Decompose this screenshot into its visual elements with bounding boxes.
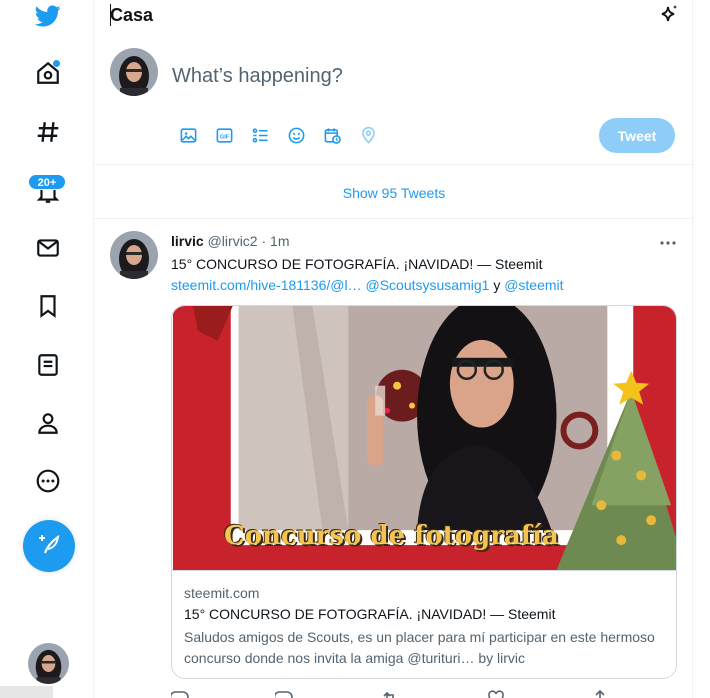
page-title: Casa bbox=[110, 5, 154, 25]
bookmark-icon bbox=[35, 293, 61, 324]
conjunction-text: y bbox=[493, 277, 501, 293]
profile-nav-item[interactable] bbox=[24, 401, 72, 449]
feather-plus-icon bbox=[37, 532, 61, 561]
explore-nav-item[interactable] bbox=[24, 110, 72, 158]
tweet-text: 15° CONCURSO DE FOTOGRAFÍA. ¡NAVIDAD! — … bbox=[171, 254, 676, 296]
tweet-actions bbox=[171, 689, 611, 698]
more-circle-icon bbox=[35, 468, 61, 499]
tweet-timestamp[interactable]: 1m bbox=[270, 233, 289, 249]
composer-avatar[interactable] bbox=[110, 48, 158, 96]
meta-separator: · bbox=[261, 233, 267, 249]
bookmarks-nav-item[interactable] bbox=[24, 284, 72, 332]
tweet-item[interactable]: lirvic @lirvic2 · 1m 15° CONCURSO DE FOT… bbox=[94, 219, 694, 698]
author-handle[interactable]: @lirvic2 bbox=[208, 233, 258, 249]
person-icon bbox=[35, 410, 61, 441]
tweet-text-line: 15° CONCURSO DE FOTOGRAFÍA. ¡NAVIDAD! — … bbox=[171, 256, 543, 272]
image-icon[interactable] bbox=[170, 122, 206, 148]
notification-badge: 20+ bbox=[28, 174, 66, 190]
tweet-link[interactable]: steemit.com/hive-181136/@l… bbox=[171, 277, 362, 293]
emoji-icon[interactable] bbox=[278, 122, 314, 148]
twitter-bird-icon[interactable] bbox=[24, 0, 72, 40]
hashtag-icon bbox=[35, 119, 61, 150]
gif-icon[interactable]: GIF bbox=[206, 122, 242, 148]
more-options-icon[interactable] bbox=[658, 233, 678, 253]
share-icon[interactable] bbox=[591, 689, 609, 698]
card-description: Saludos amigos de Scouts, es un placer p… bbox=[184, 629, 655, 666]
composer-toolbar: GIF bbox=[170, 122, 386, 148]
timeline-header: Casa bbox=[94, 0, 694, 32]
poll-icon[interactable] bbox=[242, 122, 278, 148]
reply-icon[interactable] bbox=[275, 689, 293, 698]
show-new-tweets-link[interactable]: Show 95 Tweets bbox=[94, 165, 694, 219]
home-nav-item[interactable] bbox=[24, 51, 72, 99]
reply-icon[interactable] bbox=[171, 689, 189, 698]
lists-nav-item[interactable] bbox=[24, 343, 72, 391]
list-icon bbox=[35, 352, 61, 383]
messages-nav-item[interactable] bbox=[24, 226, 72, 274]
left-nav: 20+ bbox=[0, 0, 94, 698]
retweet-icon[interactable] bbox=[381, 689, 399, 698]
svg-text:GIF: GIF bbox=[219, 134, 229, 140]
link-preview-card[interactable]: Concurso de fotografía steemit.com 15° C… bbox=[171, 305, 677, 679]
location-icon[interactable] bbox=[350, 122, 386, 148]
sparkle-icon[interactable] bbox=[656, 3, 680, 27]
tweet-header: lirvic @lirvic2 · 1m bbox=[171, 233, 290, 249]
scrollbar-corner bbox=[0, 686, 53, 698]
author-name[interactable]: lirvic bbox=[171, 233, 204, 249]
card-domain: steemit.com bbox=[184, 585, 260, 601]
like-icon[interactable] bbox=[487, 689, 505, 698]
tweet-author-avatar[interactable] bbox=[110, 231, 158, 279]
card-image-caption: Concurso de fotografía bbox=[224, 521, 559, 551]
mention-link[interactable]: @Scoutsysusamig1 bbox=[365, 277, 489, 293]
more-nav-item[interactable] bbox=[24, 459, 72, 507]
tweet-text-input[interactable] bbox=[172, 65, 652, 88]
timeline: Casa GIF Tweet Show 95 Tweets lirvic @li… bbox=[93, 0, 694, 698]
tweet-button[interactable]: Tweet bbox=[599, 118, 675, 153]
compose-tweet-button[interactable] bbox=[23, 520, 75, 572]
account-avatar[interactable] bbox=[28, 643, 69, 684]
envelope-icon bbox=[35, 235, 61, 266]
mention-link[interactable]: @steemit bbox=[504, 277, 563, 293]
card-title: 15° CONCURSO DE FOTOGRAFÍA. ¡NAVIDAD! — … bbox=[184, 606, 556, 622]
schedule-icon[interactable] bbox=[314, 122, 350, 148]
tweet-composer: GIF Tweet bbox=[94, 32, 694, 165]
unread-dot bbox=[53, 60, 60, 67]
